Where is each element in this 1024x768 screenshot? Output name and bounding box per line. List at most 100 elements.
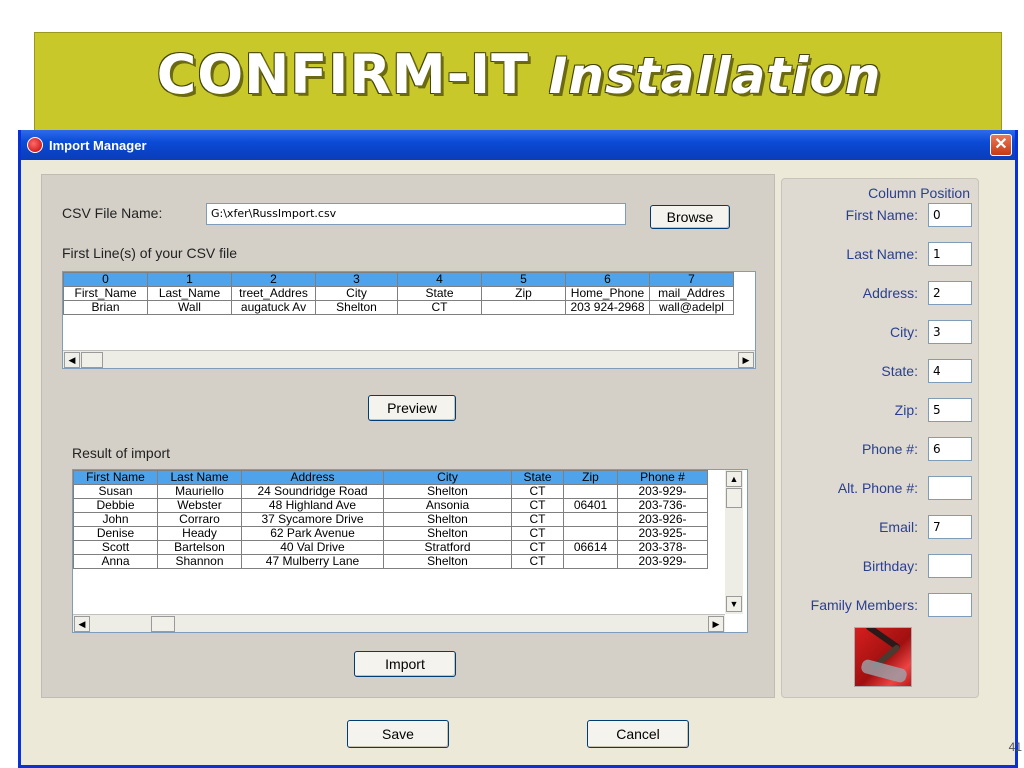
csv-cell: 203 924-2968 — [565, 300, 650, 315]
result-cell: 06614 — [563, 540, 618, 555]
csv-column-header[interactable]: 7 — [649, 272, 734, 287]
position-label: Family Members: — [810, 597, 918, 613]
result-column-header[interactable]: First Name — [73, 470, 158, 485]
position-input[interactable]: 2 — [928, 281, 972, 305]
position-input[interactable]: 3 — [928, 320, 972, 344]
position-label: Alt. Phone #: — [837, 480, 918, 496]
scroll-thumb[interactable] — [151, 616, 175, 632]
result-row[interactable]: Debbie Webster 48 Highland Ave Ansonia CT 064… — [73, 498, 708, 513]
position-label: Email: — [879, 519, 918, 535]
first-lines-label: First Line(s) of your CSV file — [62, 245, 238, 261]
result-column-header[interactable]: Last Name — [157, 470, 242, 485]
result-cell: 203-925- — [617, 526, 708, 541]
position-input[interactable]: 7 — [928, 515, 972, 539]
result-cell: 62 Park Avenue — [241, 526, 384, 541]
csv-cell: CT — [397, 300, 482, 315]
result-column-header[interactable]: Address — [241, 470, 384, 485]
csv-preview-table: 01234567 First_Name Last_Name treet_Addres… — [63, 272, 734, 315]
result-cell: Shelton — [383, 484, 512, 499]
position-label: City: — [890, 324, 918, 340]
scroll-thumb[interactable] — [81, 352, 103, 368]
result-cell: 203-378- — [617, 540, 708, 555]
scroll-left-icon[interactable]: ◀ — [64, 352, 80, 368]
position-label: Birthday: — [862, 558, 918, 574]
position-input[interactable]: 4 — [928, 359, 972, 383]
result-horizontal-scrollbar[interactable]: ◀ ▶ — [73, 614, 725, 632]
result-column-header[interactable]: Zip — [563, 470, 618, 485]
csv-preview-grid[interactable]: 01234567 First_Name Last_Name treet_Addres… — [62, 271, 756, 369]
result-grid[interactable]: First Name Last Name Address City State Zip Ph… — [72, 469, 748, 633]
csv-column-header[interactable]: 2 — [231, 272, 316, 287]
scroll-left-icon[interactable]: ◀ — [74, 616, 90, 632]
result-cell: 47 Mulberry Lane — [241, 554, 384, 569]
csv-cell: treet_Addres — [231, 286, 316, 301]
result-cell: Anna — [73, 554, 158, 569]
position-label: Address: — [862, 285, 918, 301]
csv-cell: Wall — [147, 300, 232, 315]
cancel-button[interactable]: Cancel — [587, 720, 689, 748]
position-input[interactable]: 5 — [928, 398, 972, 422]
csv-column-header[interactable]: 5 — [481, 272, 566, 287]
csv-cell: Brian — [63, 300, 148, 315]
csv-column-header[interactable]: 1 — [147, 272, 232, 287]
browse-button[interactable]: Browse — [650, 205, 730, 229]
scroll-down-icon[interactable]: ▼ — [726, 596, 742, 612]
close-icon[interactable]: ✕ — [990, 134, 1012, 156]
position-input[interactable] — [928, 554, 972, 578]
csv-row[interactable]: Brian Wall augatuck Av Shelton CT 203 924-296… — [63, 300, 734, 315]
position-input[interactable]: 1 — [928, 242, 972, 266]
result-cell: 37 Sycamore Drive — [241, 512, 384, 527]
import-button[interactable]: Import — [354, 651, 456, 677]
result-cell: Susan — [73, 484, 158, 499]
slide-page-number: 41 — [1008, 740, 1022, 754]
window-titlebar[interactable]: Import Manager ✕ — [21, 130, 1015, 160]
result-cell: Shelton — [383, 526, 512, 541]
csv-column-header[interactable]: 3 — [315, 272, 398, 287]
result-cell: 203-929- — [617, 554, 708, 569]
result-table: First Name Last Name Address City State Zip Ph… — [73, 470, 708, 569]
position-input[interactable]: 0 — [928, 203, 972, 227]
csv-column-header[interactable]: 4 — [397, 272, 482, 287]
csv-file-input[interactable]: G:\xfer\RussImport.csv — [206, 203, 626, 225]
result-cell: 203-926- — [617, 512, 708, 527]
result-row[interactable]: Denise Heady 62 Park Avenue Shelton CT 203-92… — [73, 526, 708, 541]
slide-title-banner: CONFIRM-IT Installation — [34, 32, 1002, 132]
csv-column-header[interactable]: 6 — [565, 272, 650, 287]
csv-row[interactable]: First_Name Last_Name treet_Addres City State… — [63, 286, 734, 301]
result-row[interactable]: John Corraro 37 Sycamore Drive Shelton CT 203… — [73, 512, 708, 527]
csv-column-header[interactable]: 0 — [63, 272, 148, 287]
column-position-panel: Column Position First Name: 0 Last Name: 1 A… — [781, 178, 979, 698]
csv-cell: Home_Phone — [565, 286, 650, 301]
preview-button[interactable]: Preview — [368, 395, 456, 421]
position-input[interactable] — [928, 476, 972, 500]
csv-cell: wall@adelpl — [649, 300, 734, 315]
result-cell: Stratford — [383, 540, 512, 555]
result-cell: 40 Val Drive — [241, 540, 384, 555]
position-label: State: — [881, 363, 918, 379]
vertical-scroll-thumb[interactable] — [726, 488, 742, 508]
result-cell — [563, 484, 618, 499]
csv-cell: Shelton — [315, 300, 398, 315]
result-row[interactable]: Susan Mauriello 24 Soundridge Road Shelton C… — [73, 484, 708, 499]
result-cell: Debbie — [73, 498, 158, 513]
result-cell: Bartelson — [157, 540, 242, 555]
csv-horizontal-scrollbar[interactable]: ◀ ▶ — [63, 350, 755, 368]
result-column-header[interactable]: Phone # — [617, 470, 708, 485]
position-input[interactable]: 6 — [928, 437, 972, 461]
column-position-header: Column Position — [868, 185, 970, 201]
result-column-header[interactable]: City — [383, 470, 512, 485]
position-label: Last Name: — [846, 246, 918, 262]
scroll-right-icon[interactable]: ▶ — [738, 352, 754, 368]
import-manager-icon — [27, 137, 43, 153]
result-row[interactable]: Anna Shannon 47 Mulberry Lane Shelton CT 203-… — [73, 554, 708, 569]
scroll-up-icon[interactable]: ▲ — [726, 471, 742, 487]
scroll-right-icon[interactable]: ▶ — [708, 616, 724, 632]
result-column-header[interactable]: State — [511, 470, 564, 485]
position-input[interactable] — [928, 593, 972, 617]
result-cell: 203-736- — [617, 498, 708, 513]
save-button[interactable]: Save — [347, 720, 449, 748]
result-row[interactable]: Scott Bartelson 40 Val Drive Stratford CT 066… — [73, 540, 708, 555]
result-cell: CT — [511, 484, 564, 499]
result-cell: 24 Soundridge Road — [241, 484, 384, 499]
result-vertical-scrollbar[interactable]: ▲ ▼ — [725, 470, 743, 614]
